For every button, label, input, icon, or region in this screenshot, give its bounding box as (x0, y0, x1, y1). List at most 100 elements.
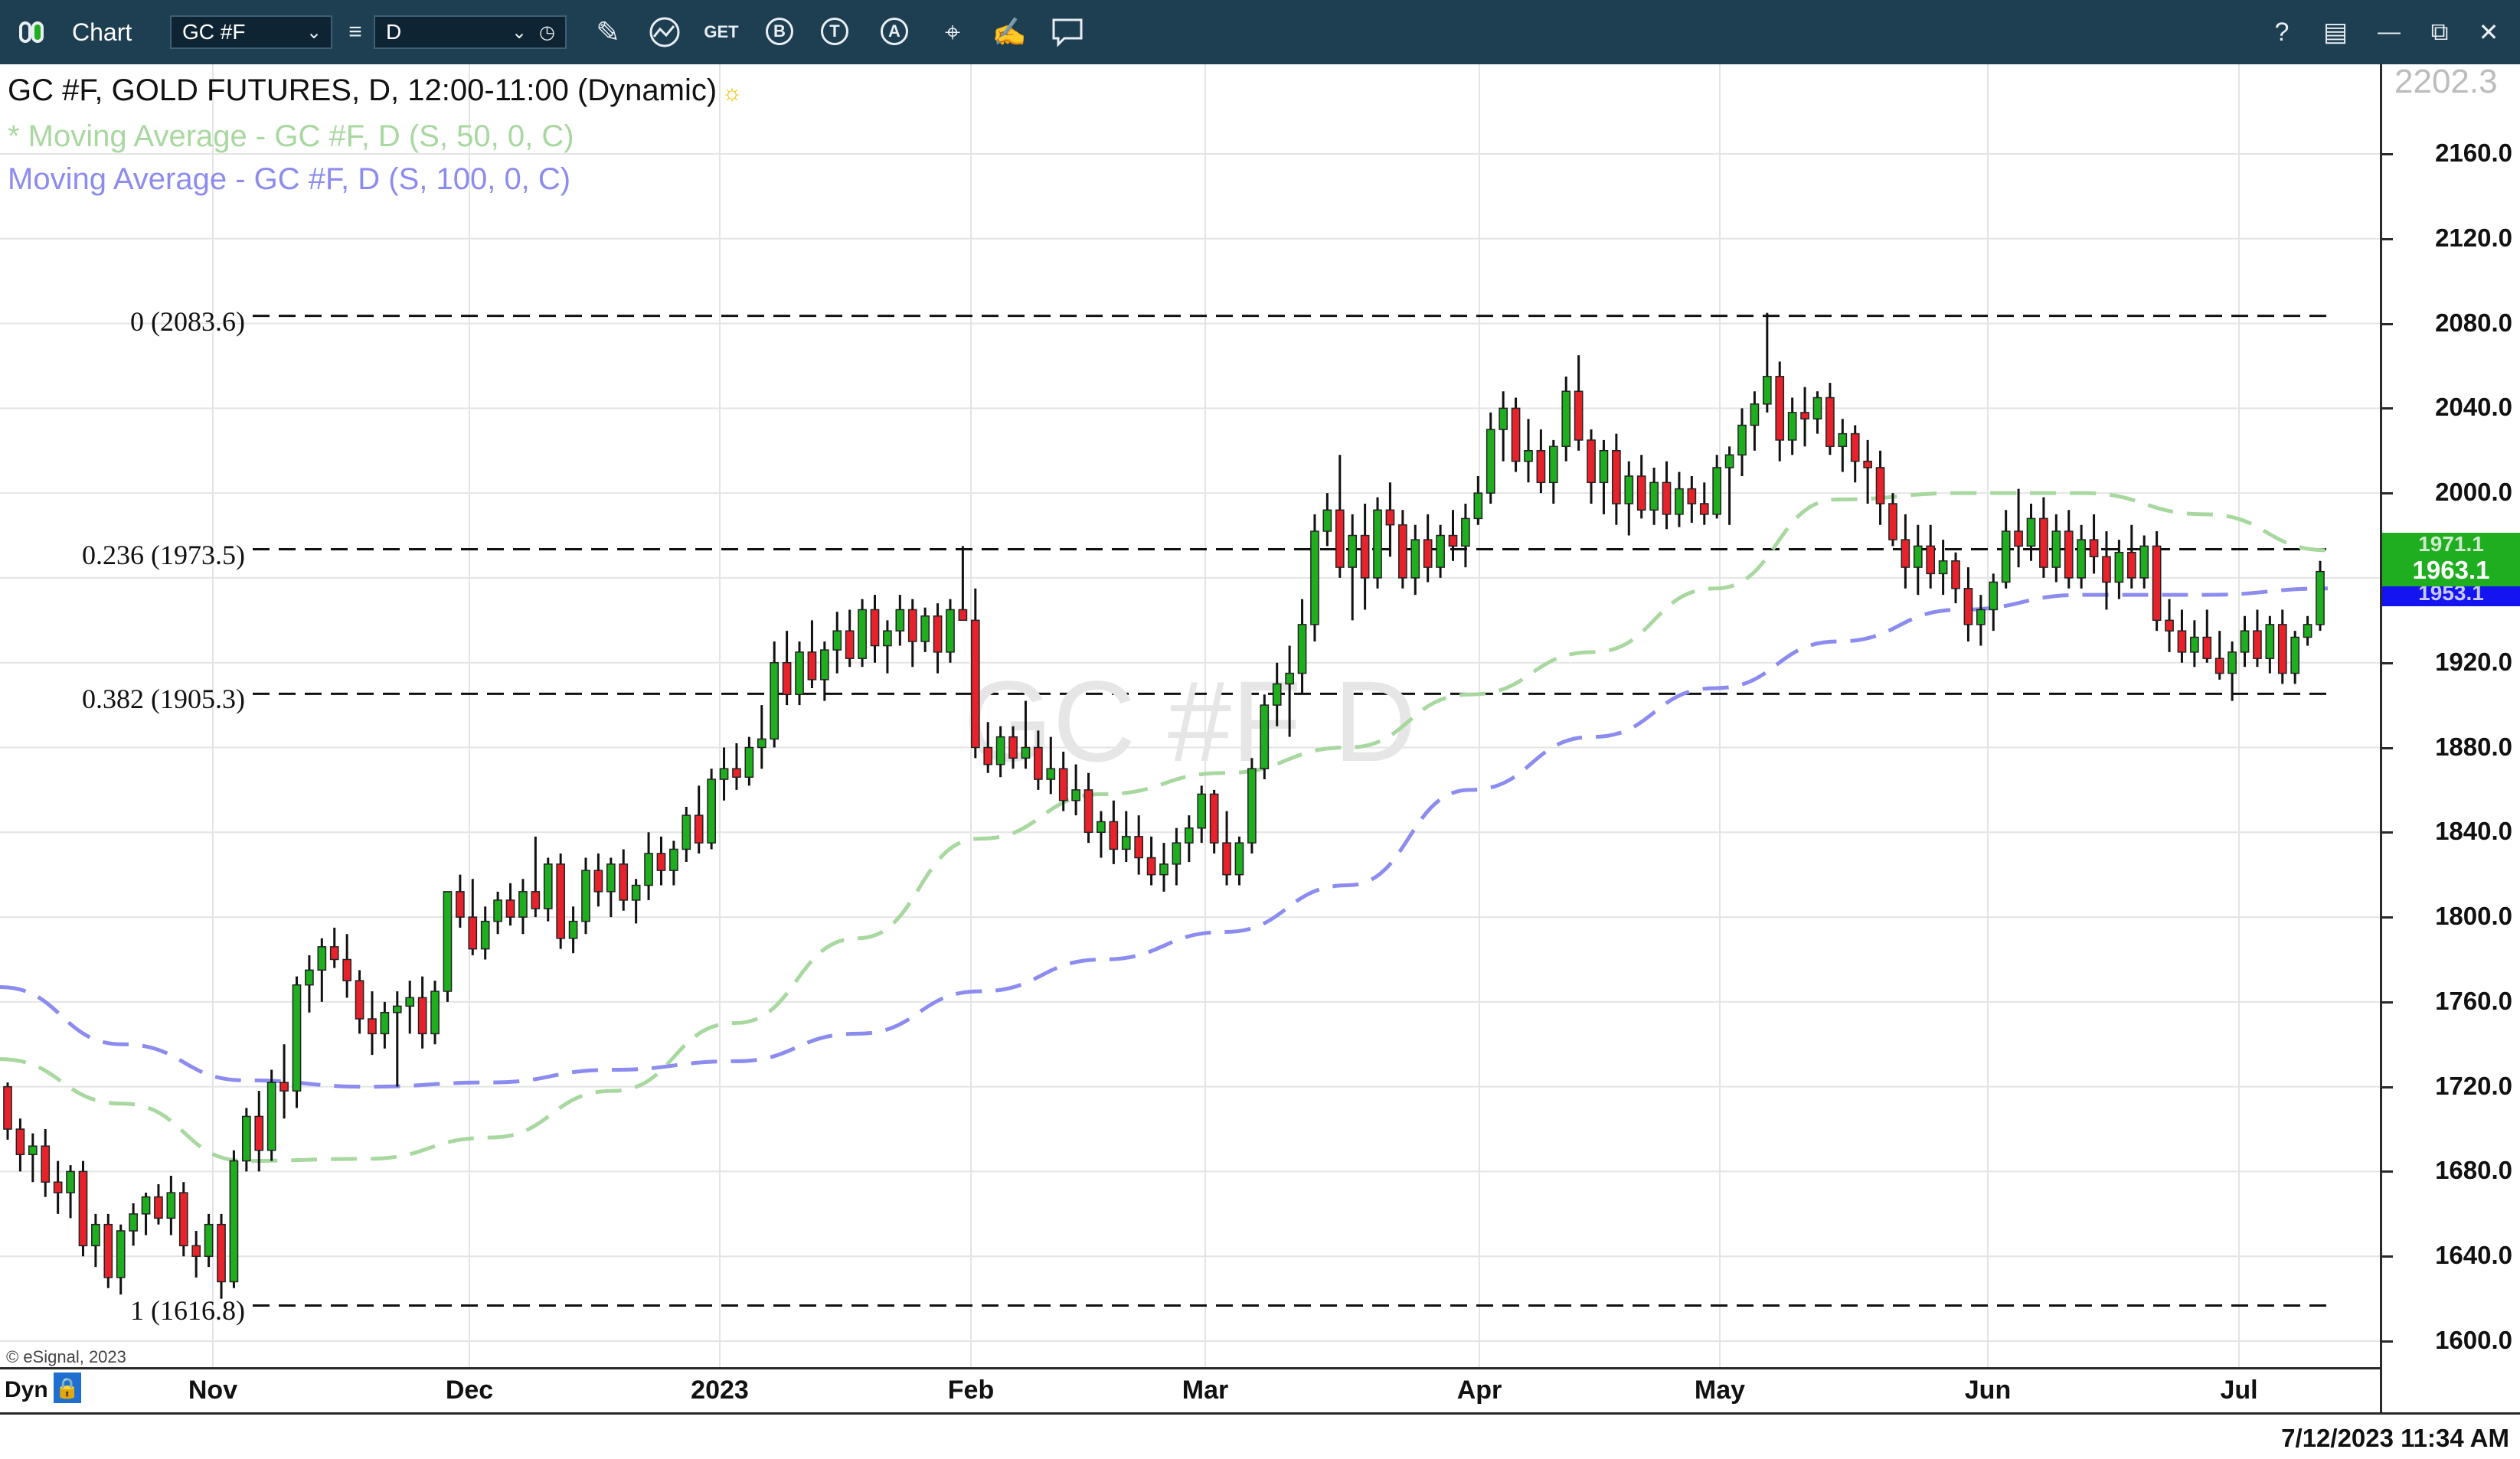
candle-body (1875, 467, 1885, 504)
candle-body (681, 814, 691, 850)
symbol-input[interactable]: GC #F ⌄ (170, 15, 332, 49)
month-label: Mar (1182, 1376, 1229, 1405)
moving-average-lines (0, 491, 2329, 1164)
save-icon[interactable]: ▤ (2314, 11, 2357, 54)
lock-icon[interactable]: 🔒 (54, 1373, 81, 1403)
close-icon[interactable]: ✕ (2467, 11, 2510, 54)
candle-body (480, 920, 490, 950)
month-label: Jun (1964, 1376, 2012, 1405)
toolbar: Chart GC #F ⌄ ≡ D ⌄ ◷ ✎ GET B T A ⌖ ✍ ? … (0, 0, 2520, 64)
edit-icon[interactable]: ✍ (988, 11, 1031, 54)
dyn-label[interactable]: Dyn (5, 1377, 48, 1403)
candle-body (543, 863, 553, 909)
candle-body (995, 736, 1005, 765)
legend-ma100[interactable]: Moving Average - GC #F, D (S, 100, 0, C) (8, 158, 743, 201)
candle-body (1989, 581, 1999, 611)
help-icon[interactable]: ? (2260, 11, 2303, 54)
month-label: Apr (1456, 1376, 1502, 1405)
candle-body (292, 984, 302, 1092)
price-tick-label: 1840.0 (2435, 817, 2512, 846)
candle-body (266, 1082, 276, 1151)
candle-body (468, 916, 478, 950)
candle-body (744, 746, 754, 778)
price-tick-label: 2120.0 (2435, 223, 2512, 252)
price-chart[interactable]: GC #F D (0, 64, 2380, 1367)
candle-body (417, 997, 427, 1035)
comment-icon[interactable] (1046, 11, 1089, 54)
a-icon[interactable]: A (881, 18, 908, 45)
candle-body (1863, 460, 1872, 468)
month-label: 2023 (691, 1376, 749, 1405)
candle-body (15, 1128, 25, 1156)
candle-body (820, 649, 829, 681)
candle-body (1712, 467, 1722, 515)
chevron-down-icon[interactable]: ⌄ (512, 23, 531, 43)
candle-body (1234, 842, 1244, 876)
candle-body (1285, 672, 1294, 685)
candle-body (946, 609, 955, 653)
candle-body (317, 946, 327, 971)
time-axis[interactable]: Dyn 🔒 Nov Dec 2023 Feb Mar Apr May Jun J… (0, 1367, 2380, 1412)
b-icon[interactable]: B (766, 18, 793, 45)
price-tick-label: 1680.0 (2435, 1156, 2512, 1185)
candle-body (2165, 619, 2174, 632)
legend-ma50[interactable]: * Moving Average - GC #F, D (S, 50, 0, C… (8, 115, 743, 158)
candle-body (1687, 488, 1697, 504)
get-icon[interactable]: GET (700, 11, 743, 54)
candle-body (91, 1223, 100, 1247)
chevron-down-icon[interactable]: ⌄ (306, 23, 326, 43)
candle-body (78, 1170, 88, 1247)
t-icon[interactable]: T (821, 18, 848, 45)
trend-icon[interactable] (643, 11, 686, 54)
candle-body (242, 1115, 251, 1162)
candle-body (166, 1192, 176, 1219)
candle-body (380, 1011, 390, 1035)
list-icon[interactable]: ≡ (334, 11, 377, 54)
candle-body (858, 609, 867, 659)
candle-body (2064, 530, 2074, 579)
candle-body (2214, 658, 2224, 674)
candle-body (1750, 403, 1760, 426)
ma50-line (0, 491, 2329, 1164)
candle-body (392, 1005, 402, 1013)
legend-title[interactable]: GC #F, GOLD FUTURES, D, 12:00-11:00 (Dyn… (8, 69, 743, 115)
minimize-icon[interactable]: — (2368, 11, 2411, 54)
month-label: Jul (2220, 1376, 2258, 1405)
interval-input[interactable]: D ⌄ ◷ (374, 15, 567, 49)
candle-body (1348, 534, 1358, 568)
candle-body (342, 958, 351, 981)
clock-icon[interactable]: ◷ (539, 23, 559, 43)
link-icon[interactable] (11, 11, 54, 54)
candle-body (1775, 376, 1785, 441)
pencil-icon[interactable]: ✎ (587, 11, 629, 54)
candle-body (1423, 539, 1433, 568)
bulb-icon[interactable]: ☼ (721, 80, 743, 106)
price-tick-label: 1720.0 (2435, 1071, 2512, 1100)
price-tick-label: 2080.0 (2435, 308, 2512, 337)
candle-body (1209, 793, 1219, 844)
candle-body (707, 778, 716, 844)
price-axis[interactable]: 2202.3 1600.0 1640.0 1680.0 1720.0 1760.0 180… (2380, 63, 2520, 1412)
candle-body (2316, 570, 2325, 625)
chart-legend: GC #F, GOLD FUTURES, D, 12:00-11:00 (Dyn… (8, 69, 743, 201)
candle-body (2177, 630, 2187, 653)
candle-body (1938, 560, 1948, 575)
candle-body (1322, 509, 1332, 532)
candle-body (191, 1245, 201, 1257)
candle-body (568, 920, 578, 939)
candle-body (1310, 530, 1319, 625)
candle-body (1385, 509, 1395, 526)
candle-body (129, 1213, 138, 1232)
candle-body (493, 899, 502, 922)
candle-body (1436, 534, 1445, 568)
fibonacci-lines (253, 315, 2328, 1307)
candle-body (1511, 407, 1521, 462)
month-label: Nov (188, 1376, 238, 1405)
interval-value: D (386, 20, 402, 44)
candle-body (883, 630, 892, 647)
price-tick-label: 1880.0 (2435, 732, 2512, 761)
restore-icon[interactable]: ⧉ (2418, 11, 2461, 54)
price-tick-label: 1920.0 (2435, 647, 2512, 676)
crosshair-icon[interactable]: ⌖ (931, 11, 974, 54)
candle-body (770, 661, 780, 740)
